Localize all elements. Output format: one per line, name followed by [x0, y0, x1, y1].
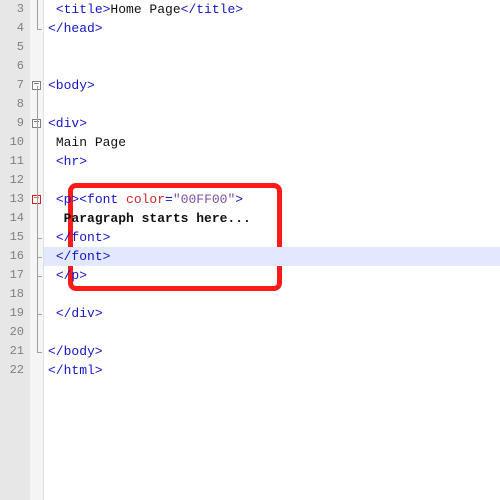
- fold-cell: [30, 95, 43, 114]
- line-number: 12: [0, 171, 24, 190]
- line-number: 22: [0, 361, 24, 380]
- line-number: 3: [0, 0, 24, 19]
- code-line[interactable]: [48, 38, 500, 57]
- code-token: <p>: [56, 192, 79, 207]
- line-number: 4: [0, 19, 24, 38]
- code-line[interactable]: <div>: [48, 114, 500, 133]
- code-token: <font: [79, 192, 126, 207]
- code-token: <div>: [48, 116, 87, 131]
- code-token: </body>: [48, 344, 103, 359]
- line-number: 16: [0, 247, 24, 266]
- line-number: 8: [0, 95, 24, 114]
- line-number: 13: [0, 190, 24, 209]
- fold-cell: [30, 228, 43, 247]
- fold-cell: [30, 285, 43, 304]
- line-number: 14: [0, 209, 24, 228]
- fold-cell: [30, 0, 43, 19]
- code-line[interactable]: </div>: [48, 304, 500, 323]
- line-number: 7: [0, 76, 24, 95]
- line-number: 15: [0, 228, 24, 247]
- line-number: 18: [0, 285, 24, 304]
- code-token: </head>: [48, 21, 103, 36]
- code-line[interactable]: </body>: [48, 342, 500, 361]
- fold-cell: [30, 57, 43, 76]
- code-line[interactable]: [48, 285, 500, 304]
- code-line[interactable]: </head>: [48, 19, 500, 38]
- fold-cell: [30, 304, 43, 323]
- code-line[interactable]: </font>: [44, 247, 500, 266]
- line-number: 19: [0, 304, 24, 323]
- fold-cell[interactable]: −: [30, 190, 43, 209]
- code-line[interactable]: [48, 57, 500, 76]
- code-line[interactable]: </p>: [48, 266, 500, 285]
- code-token: color: [126, 192, 165, 207]
- fold-cell: [30, 247, 43, 266]
- code-token: </html>: [48, 363, 103, 378]
- fold-cell: [30, 266, 43, 285]
- line-number-gutter: 345678910111213141516171819202122: [0, 0, 30, 500]
- code-line[interactable]: </font>: [48, 228, 500, 247]
- code-editor[interactable]: 345678910111213141516171819202122 − − − <t…: [0, 0, 500, 500]
- code-line[interactable]: [48, 171, 500, 190]
- code-token: <title>: [56, 2, 111, 17]
- code-line[interactable]: Paragraph starts here...: [48, 209, 500, 228]
- code-token: "00FF00": [173, 192, 235, 207]
- code-line[interactable]: <body>: [48, 76, 500, 95]
- fold-cell: [30, 209, 43, 228]
- line-number: 21: [0, 342, 24, 361]
- fold-cell: [30, 171, 43, 190]
- fold-cell: [30, 38, 43, 57]
- fold-strip[interactable]: − − −: [30, 0, 44, 500]
- code-token: >: [235, 192, 243, 207]
- code-token: </font>: [56, 249, 111, 264]
- line-number: 5: [0, 38, 24, 57]
- line-number: 10: [0, 133, 24, 152]
- code-token: =: [165, 192, 173, 207]
- line-number: 17: [0, 266, 24, 285]
- code-token: </font>: [56, 230, 111, 245]
- fold-cell: [30, 361, 43, 380]
- code-line[interactable]: <title>Home Page</title>: [48, 0, 500, 19]
- code-token: <body>: [48, 78, 95, 93]
- line-number: 11: [0, 152, 24, 171]
- code-token: Home Page: [110, 2, 180, 17]
- code-token: Main Page: [56, 135, 126, 150]
- fold-cell: [30, 323, 43, 342]
- code-line[interactable]: Main Page: [48, 133, 500, 152]
- line-number: 9: [0, 114, 24, 133]
- code-line[interactable]: <hr>: [48, 152, 500, 171]
- code-line[interactable]: <p><font color="00FF00">: [48, 190, 500, 209]
- fold-cell[interactable]: −: [30, 114, 43, 133]
- fold-cell: [30, 152, 43, 171]
- code-area[interactable]: <title>Home Page</title> </head> <body> <di…: [44, 0, 500, 500]
- code-token: </p>: [56, 268, 87, 283]
- code-token: <hr>: [56, 154, 87, 169]
- line-number: 20: [0, 323, 24, 342]
- fold-cell: [30, 19, 43, 38]
- code-line[interactable]: [48, 95, 500, 114]
- fold-cell[interactable]: −: [30, 76, 43, 95]
- code-token: </title>: [181, 2, 243, 17]
- fold-cell: [30, 133, 43, 152]
- code-line[interactable]: [48, 323, 500, 342]
- code-token: </div>: [56, 306, 103, 321]
- fold-cell: [30, 342, 43, 361]
- line-number: 6: [0, 57, 24, 76]
- code-token: Paragraph starts here...: [64, 211, 251, 226]
- code-line[interactable]: </html>: [48, 361, 500, 380]
